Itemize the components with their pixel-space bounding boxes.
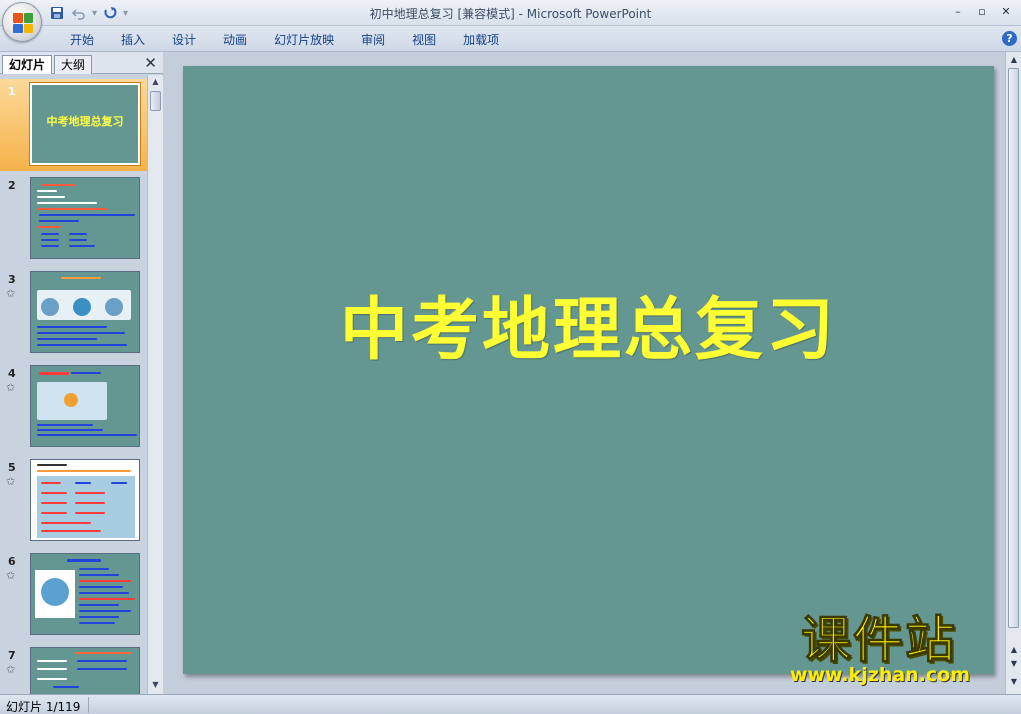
watermark-logo: 课件站 www.kjzhan.com — [759, 612, 999, 690]
slide-thumbnail-1[interactable]: 1 中考地理总复习 — [0, 79, 147, 171]
slide-thumbnail-4[interactable]: 4 ✩ — [0, 361, 147, 453]
tab-home[interactable]: 开始 — [58, 31, 106, 49]
close-icon[interactable]: ✕ — [144, 54, 157, 72]
slide-preview — [30, 553, 140, 635]
watermark-url: www.kjzhan.com — [789, 664, 971, 686]
slide-number: 3 — [8, 273, 16, 286]
slide-thumbnails: 1 中考地理总复习 2 3 ✩ 4 ✩ 5 ✩ 6 ✩ 7 ✩ — [0, 75, 147, 694]
scroll-down-icon[interactable]: ▼ — [150, 680, 161, 692]
scroll-up-icon[interactable]: ▲ — [150, 77, 161, 89]
office-button[interactable] — [2, 2, 42, 42]
tab-view[interactable]: 视图 — [400, 31, 448, 49]
tab-outline[interactable]: 大纲 — [54, 55, 93, 74]
slide-number: 4 — [8, 367, 16, 380]
next-slide-icon[interactable]: ▼ — [1008, 658, 1020, 669]
tab-add-ins[interactable]: 加载项 — [451, 31, 511, 49]
tab-review[interactable]: 审阅 — [349, 31, 397, 49]
tab-insert[interactable]: 插入 — [109, 31, 157, 49]
slide-number: 7 — [8, 649, 16, 662]
previous-slide-icon[interactable]: ▲ — [1008, 644, 1020, 655]
slide-preview — [30, 647, 140, 694]
slide-thumbnail-6[interactable]: 6 ✩ — [0, 549, 147, 641]
slide-title[interactable]: 中考地理总复习 — [183, 274, 994, 373]
status-divider — [88, 697, 89, 713]
restore-icon[interactable]: ▫ — [971, 2, 993, 20]
scroll-up-icon[interactable]: ▲ — [1008, 54, 1020, 65]
tab-slide-show[interactable]: 幻灯片放映 — [262, 31, 346, 49]
tab-design[interactable]: 设计 — [160, 31, 208, 49]
slide-thumbnail-2[interactable]: 2 — [0, 173, 147, 265]
slide-preview-title: 中考地理总复习 — [46, 115, 124, 128]
close-icon[interactable]: ✕ — [995, 2, 1017, 20]
animation-star-icon: ✩ — [6, 663, 16, 676]
slide-preview — [30, 459, 140, 541]
ribbon-tabs: 开始 插入 设计 动画 幻灯片放映 审阅 视图 加载项 — [58, 31, 514, 49]
help-icon[interactable]: ? — [1002, 31, 1017, 46]
scroll-down-icon[interactable]: ▼ — [1008, 676, 1020, 687]
scrollbar-thumb[interactable] — [1008, 68, 1019, 628]
slide-thumbnail-3[interactable]: 3 ✩ — [0, 267, 147, 359]
slide-number: 5 — [8, 461, 16, 474]
slide-thumbnail-5[interactable]: 5 ✩ — [0, 455, 147, 547]
pane-tabs: 幻灯片 大纲 ✕ — [0, 52, 163, 74]
tab-slides[interactable]: 幻灯片 — [2, 55, 53, 74]
slide-number: 6 — [8, 555, 16, 568]
window-controls: – ▫ ✕ — [947, 2, 1017, 20]
slide-preview — [30, 365, 140, 447]
animation-star-icon: ✩ — [6, 287, 16, 300]
slide-preview — [30, 177, 140, 259]
slide-thumbnail-7[interactable]: 7 ✩ — [0, 643, 147, 694]
office-logo-icon — [13, 13, 33, 33]
animation-star-icon: ✩ — [6, 569, 16, 582]
slide-scrollbar[interactable]: ▲ ▲ ▼ ▼ — [1005, 52, 1021, 694]
slide-preview — [30, 271, 140, 353]
slide-counter: 幻灯片 1/119 — [6, 700, 81, 714]
minimize-icon[interactable]: – — [947, 2, 969, 20]
current-slide[interactable]: 中考地理总复习 — [183, 66, 994, 674]
slide-preview: 中考地理总复习 — [30, 83, 140, 165]
slides-pane: 幻灯片 大纲 ✕ 1 中考地理总复习 2 3 ✩ 4 ✩ 5 ✩ 6 ✩ 7 ✩… — [0, 52, 163, 694]
animation-star-icon: ✩ — [6, 475, 16, 488]
ribbon: 开始 插入 设计 动画 幻灯片放映 审阅 视图 加载项 ? — [0, 26, 1021, 52]
title-bar: ▾ ▾ 初中地理总复习 [兼容模式] - Microsoft PowerPoin… — [0, 0, 1021, 26]
watermark-title: 课件站 — [801, 611, 957, 669]
slide-number: 2 — [8, 179, 16, 192]
slide-number: 1 — [8, 85, 16, 98]
window-title: 初中地理总复习 [兼容模式] - Microsoft PowerPoint — [369, 7, 652, 21]
thumbnails-scrollbar[interactable]: ▲ ▼ — [147, 75, 163, 694]
animation-star-icon: ✩ — [6, 381, 16, 394]
tab-animations[interactable]: 动画 — [211, 31, 259, 49]
slide-editor: 中考地理总复习 — [163, 52, 1005, 694]
scrollbar-thumb[interactable] — [150, 91, 161, 111]
status-bar: 幻灯片 1/119 — [0, 694, 1021, 714]
